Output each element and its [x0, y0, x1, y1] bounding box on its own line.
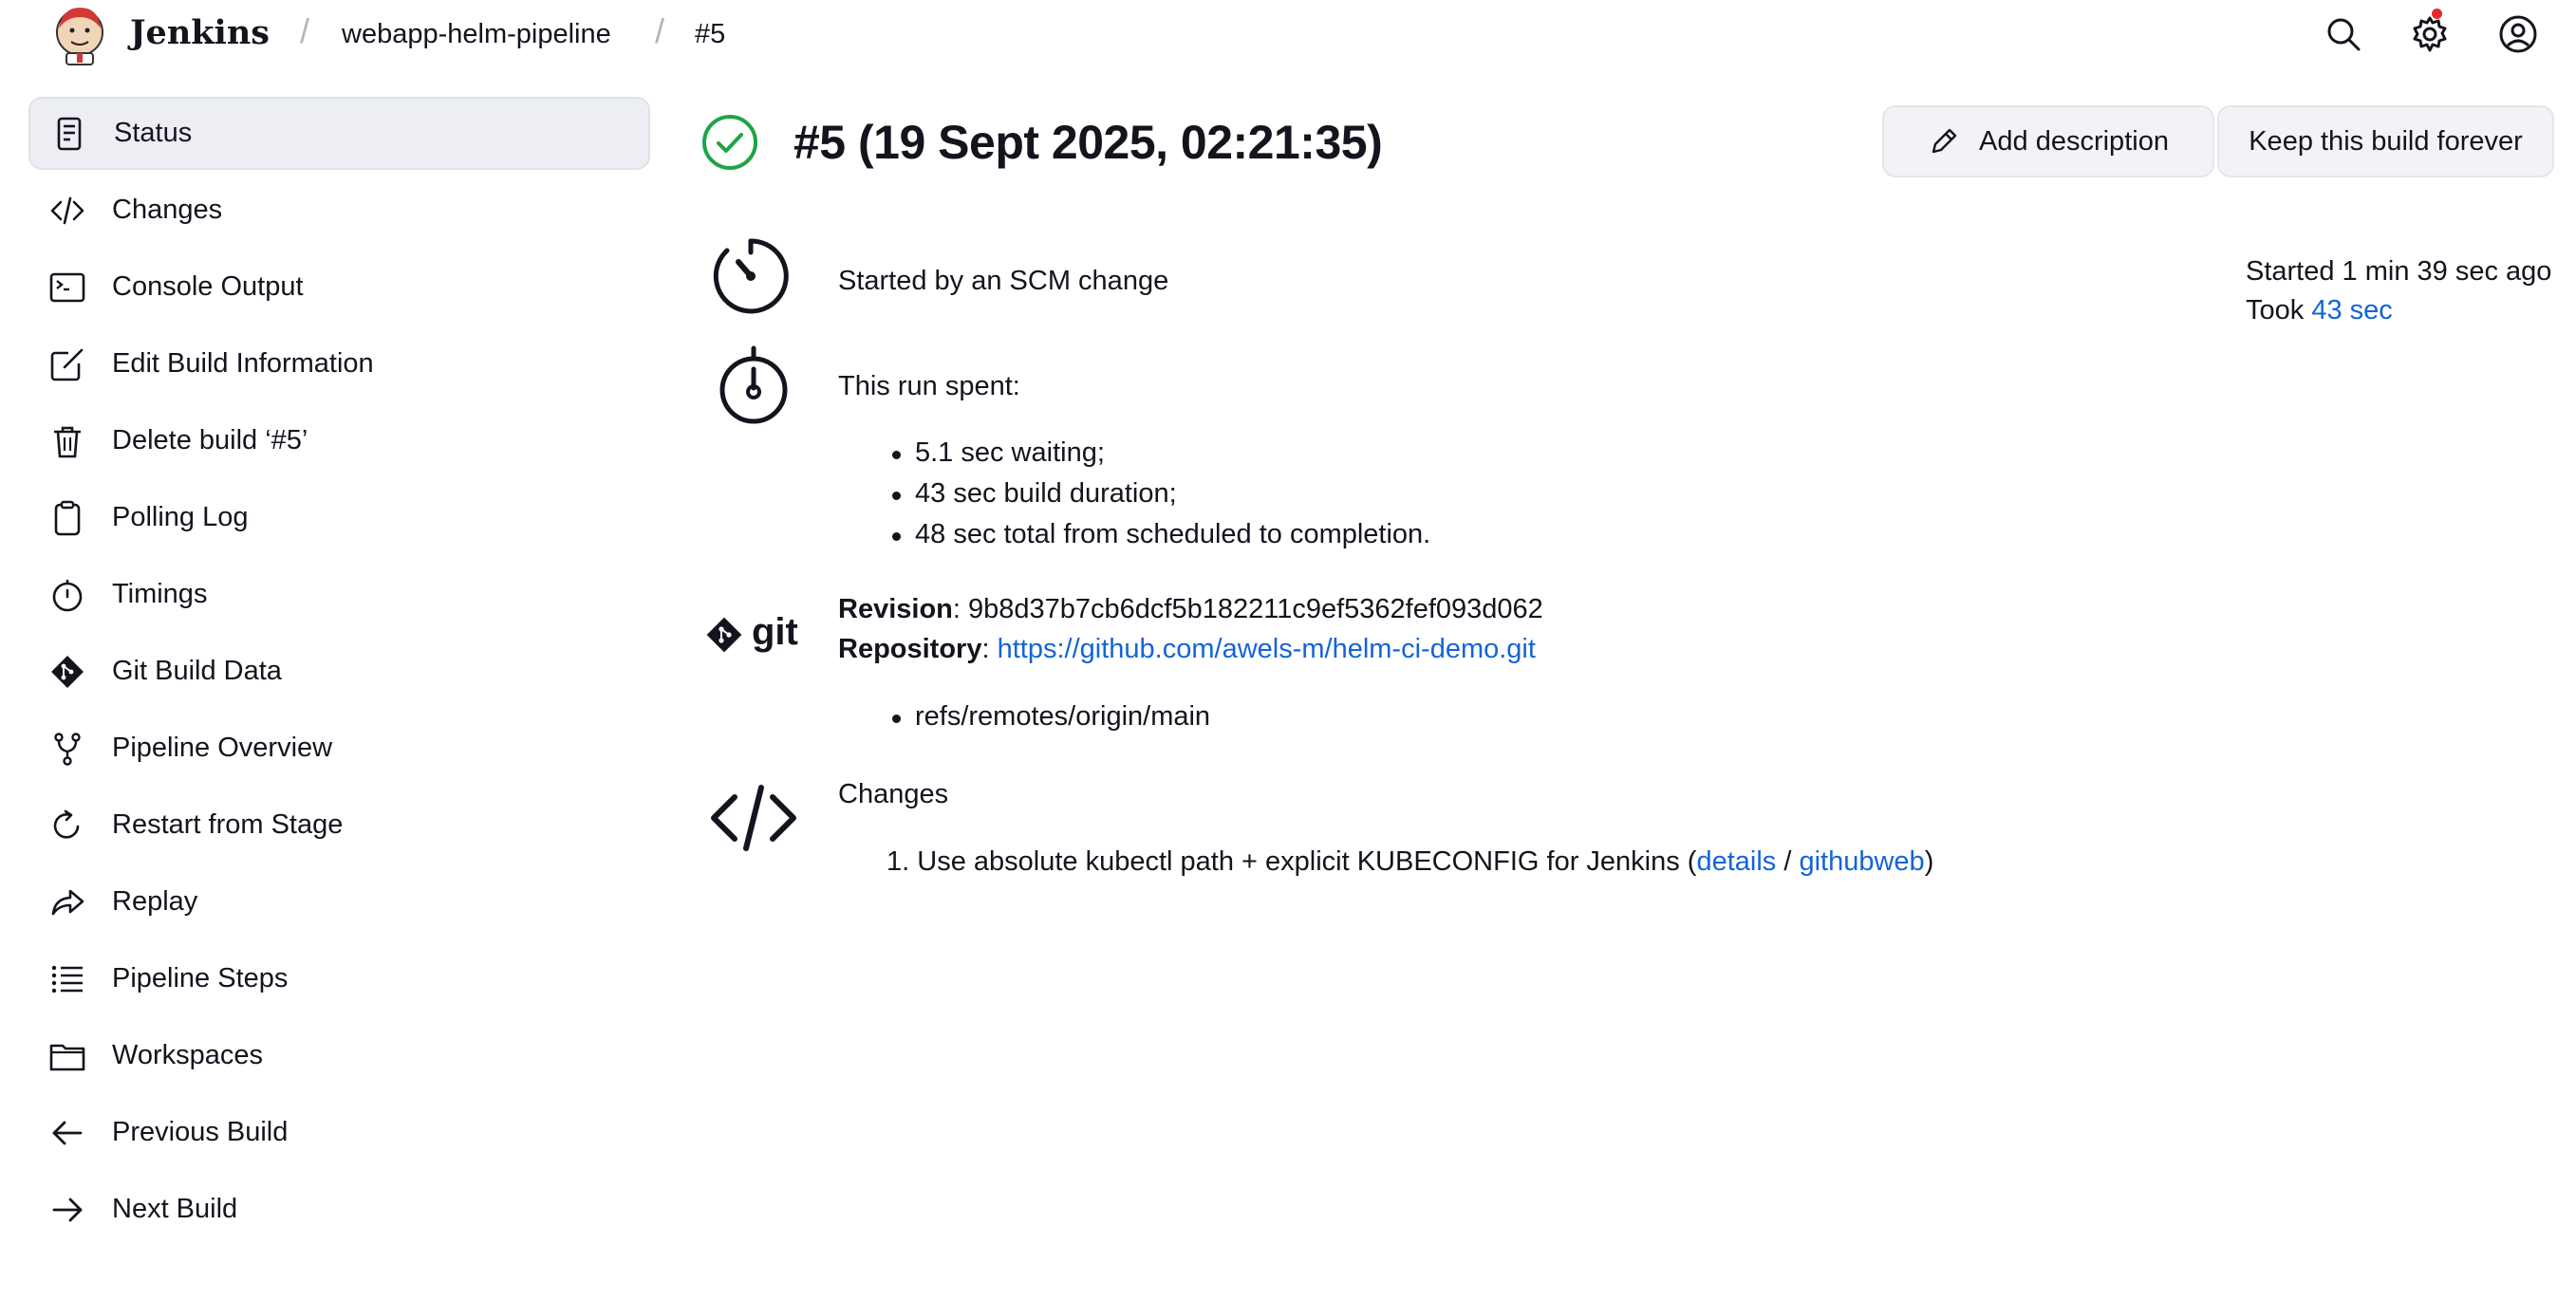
notification-dot — [2432, 9, 2442, 19]
sidebar-item-restart-from-stage[interactable]: Restart from Stage — [28, 789, 650, 862]
keep-build-forever-button[interactable]: Keep this build forever — [2217, 105, 2554, 177]
sidebar-item-previous-build[interactable]: Previous Build — [28, 1096, 650, 1169]
repository-line: Repository: https://github.com/awels-m/h… — [838, 634, 1536, 665]
list-item: 5.1 sec waiting; — [891, 437, 1430, 478]
timer-icon — [713, 238, 789, 314]
stopwatch-icon — [49, 577, 85, 613]
sidebar-item-label: Previous Build — [112, 1117, 289, 1147]
sidebar-item-label: Next Build — [112, 1194, 238, 1224]
pipeline-icon — [49, 731, 85, 767]
change-link-separator: / — [1776, 846, 1800, 877]
took-text: Took 43 sec — [2246, 295, 2393, 326]
edit-icon — [49, 346, 85, 382]
add-description-button[interactable]: Add description — [1882, 105, 2214, 177]
breadcrumb-build[interactable]: #5 — [695, 19, 725, 50]
sidebar-item-label: Pipeline Steps — [112, 963, 289, 994]
arrow-right-icon — [49, 1192, 85, 1228]
breadcrumb-separator: / — [300, 11, 310, 50]
page-title: #5 (19 Sept 2025, 02:21:35) — [793, 116, 1383, 169]
took-duration-link[interactable]: 43 sec — [2311, 295, 2392, 325]
brand-name[interactable]: Jenkins — [130, 13, 270, 52]
repository-label: Repository — [838, 634, 982, 664]
change-text: Use absolute kubectl path + explicit KUB… — [917, 846, 1697, 877]
change-number: 1. — [887, 846, 910, 877]
sidebar-item-git-build-data[interactable]: Git Build Data — [28, 635, 650, 708]
status-icon — [51, 116, 87, 152]
search-icon[interactable] — [2323, 13, 2364, 55]
breadcrumb-separator: / — [655, 11, 665, 50]
sidebar-item-pipeline-steps[interactable]: Pipeline Steps — [28, 942, 650, 1015]
top-header: Jenkins / webapp-helm-pipeline / #5 — [0, 0, 2576, 68]
sidebar-item-next-build[interactable]: Next Build — [28, 1173, 650, 1246]
change-details-link[interactable]: details — [1696, 846, 1776, 877]
sidebar-item-delete-build[interactable]: Delete build ‘#5’ — [28, 404, 650, 477]
git-logo-text: git — [752, 611, 798, 653]
sidebar: Status Changes Console Output Edit Build… — [28, 97, 650, 1250]
sidebar-item-changes[interactable]: Changes — [28, 174, 650, 247]
revision-value: : 9b8d37b7cb6dcf5b182211c9ef5362fef093d0… — [952, 594, 1543, 624]
sidebar-item-pipeline-overview[interactable]: Pipeline Overview — [28, 712, 650, 785]
user-icon[interactable] — [2497, 13, 2539, 55]
change-list-item: 1. Use absolute kubectl path + explicit … — [887, 846, 1933, 878]
replay-icon — [49, 884, 85, 920]
sidebar-item-label: Timings — [112, 579, 208, 609]
sidebar-item-label: Pipeline Overview — [112, 733, 333, 763]
list-item: 43 sec build duration; — [891, 478, 1430, 519]
sidebar-item-label: Restart from Stage — [112, 809, 344, 840]
revision-label: Revision — [838, 594, 953, 624]
revision-line: Revision: 9b8d37b7cb6dcf5b182211c9ef5362… — [838, 594, 1543, 625]
change-githubweb-link[interactable]: githubweb — [1799, 846, 1924, 877]
sidebar-item-label: Edit Build Information — [112, 348, 374, 379]
sidebar-item-edit-build-information[interactable]: Edit Build Information — [28, 327, 650, 400]
trash-icon — [49, 423, 85, 459]
clipboard-icon — [49, 500, 85, 536]
sidebar-item-label: Changes — [112, 195, 223, 225]
gear-icon[interactable] — [2409, 13, 2451, 55]
folder-icon — [49, 1038, 85, 1074]
list-item: 48 sec total from scheduled to completio… — [891, 519, 1430, 560]
started-by-link[interactable]: Started by an SCM change — [838, 266, 1168, 297]
sidebar-item-console-output[interactable]: Console Output — [28, 251, 650, 324]
restart-icon — [49, 808, 85, 844]
sidebar-item-label: Console Output — [112, 271, 304, 302]
sidebar-item-status[interactable]: Status — [28, 97, 650, 170]
sidebar-item-label: Workspaces — [112, 1040, 264, 1070]
pencil-icon — [1932, 128, 1957, 154]
git-icon — [49, 654, 85, 690]
keep-forever-label: Keep this build forever — [2249, 125, 2523, 157]
arrow-left-icon — [49, 1115, 85, 1151]
sidebar-item-label: Replay — [112, 886, 198, 917]
sidebar-item-polling-log[interactable]: Polling Log — [28, 481, 650, 554]
list-item: refs/remotes/origin/main — [891, 701, 1210, 742]
sidebar-item-timings[interactable]: Timings — [28, 558, 650, 631]
started-ago-text: Started 1 min 39 sec ago — [2246, 256, 2552, 287]
success-check-icon — [702, 115, 757, 170]
sidebar-item-replay[interactable]: Replay — [28, 865, 650, 938]
jenkins-logo[interactable] — [46, 0, 114, 68]
run-spent-heading: This run spent: — [838, 371, 1020, 401]
repository-separator: : — [981, 634, 998, 664]
change-close-paren: ) — [1924, 846, 1934, 877]
add-description-label: Add description — [1979, 125, 2169, 157]
changes-heading: Changes — [838, 779, 949, 809]
code-icon — [49, 193, 85, 229]
breadcrumb-job[interactable]: webapp-helm-pipeline — [342, 19, 611, 50]
git-logo: git — [706, 611, 798, 653]
sidebar-item-label: Git Build Data — [112, 656, 282, 686]
sidebar-item-label: Polling Log — [112, 502, 249, 532]
list-icon — [49, 961, 85, 997]
sidebar-item-label: Delete build ‘#5’ — [112, 425, 308, 455]
refs-list: refs/remotes/origin/main — [891, 701, 1210, 742]
repository-link[interactable]: https://github.com/awels-m/helm-ci-demo.… — [998, 634, 1536, 664]
took-prefix: Took — [2246, 295, 2312, 325]
build-title-row: #5 (19 Sept 2025, 02:21:35) — [700, 106, 1383, 178]
code-icon — [711, 785, 796, 851]
sidebar-item-workspaces[interactable]: Workspaces — [28, 1019, 650, 1092]
terminal-icon — [49, 269, 85, 306]
run-spent-list: 5.1 sec waiting; 43 sec build duration; … — [891, 437, 1430, 560]
sidebar-item-label: Status — [114, 118, 193, 148]
stopwatch-icon — [719, 345, 788, 424]
